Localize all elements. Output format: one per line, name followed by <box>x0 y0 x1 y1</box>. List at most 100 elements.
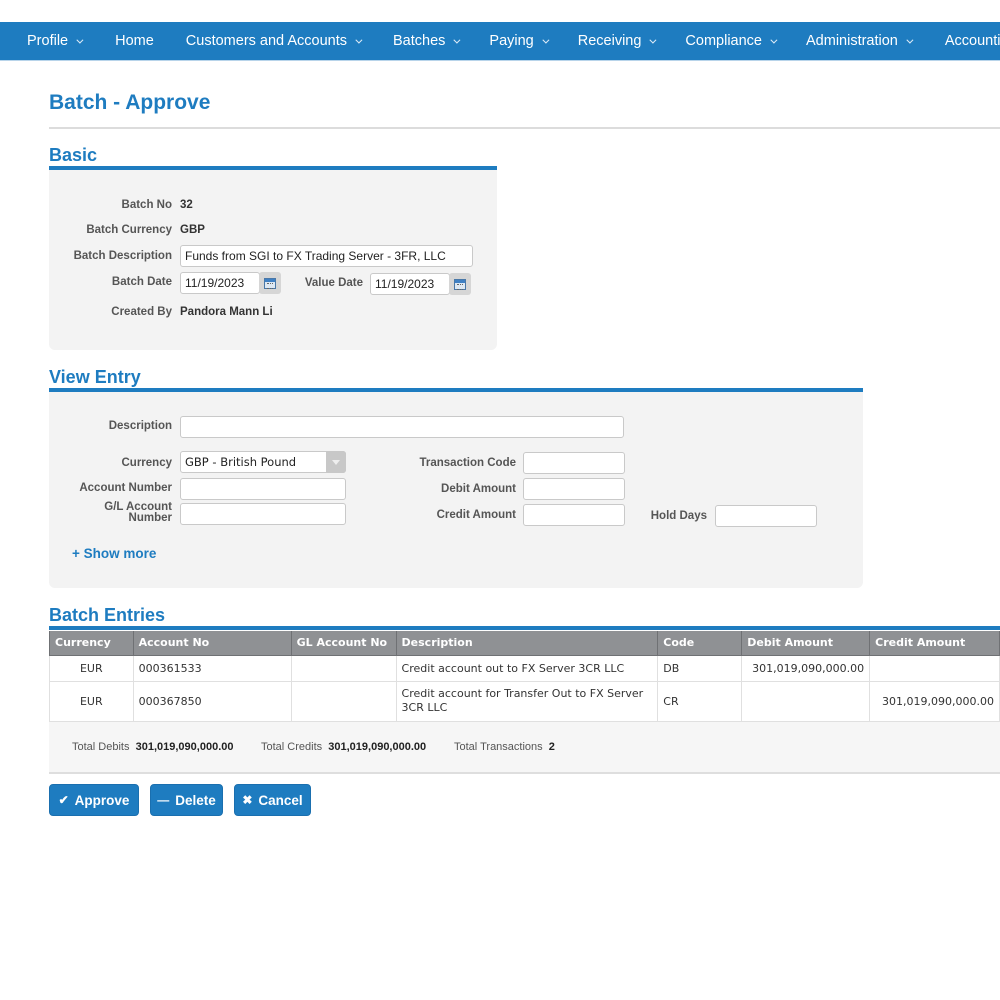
debit-amount-label: Debit Amount <box>441 483 516 495</box>
minus-icon: — <box>157 793 170 807</box>
cell-debit-amount: 301,019,090,000.00 <box>741 654 871 682</box>
col-code[interactable]: Code <box>657 631 743 656</box>
main-nav: Profile Home Customers and Accounts Batc… <box>0 22 1000 61</box>
transaction-code-label: Transaction Code <box>419 457 517 469</box>
cancel-button[interactable]: ✖ Cancel <box>234 784 311 816</box>
entry-description-field[interactable] <box>180 416 624 438</box>
gl-account-number-label: G/L Account Number <box>50 501 172 524</box>
batch-no-label: Batch No <box>121 199 172 211</box>
total-transactions-label: Total Transactions <box>454 741 543 753</box>
nav-receiving-label: Receiving <box>577 33 642 49</box>
cell-credit-amount <box>869 654 1000 682</box>
batch-entries-section-title: Batch Entries <box>49 605 166 625</box>
table-header-row: Currency Account No GL Account No Descri… <box>49 631 1000 656</box>
total-transactions-value: 2 <box>548 741 555 753</box>
col-currency[interactable]: Currency <box>49 631 134 656</box>
entry-description-label: Description <box>108 420 172 432</box>
nav-paying[interactable]: Paying <box>458 22 550 60</box>
delete-button[interactable]: — Delete <box>150 784 223 816</box>
nav-batches-label: Batches <box>393 33 446 49</box>
nav-home[interactable]: Home <box>100 22 154 60</box>
nav-customers-and-accounts[interactable]: Customers and Accounts <box>154 22 363 60</box>
total-credits-value: 301,019,090,000.00 <box>328 741 427 753</box>
currency-label: Currency <box>121 457 173 469</box>
total-debits-label: Total Debits <box>72 741 130 753</box>
batch-description-field[interactable]: Funds from SGI to FX Trading Server - 3F… <box>180 245 473 267</box>
calendar-icon <box>454 278 466 290</box>
batch-date-field[interactable]: 11/19/2023 <box>180 272 260 294</box>
nav-paying-label: Paying <box>489 33 534 49</box>
page-title: Batch - Approve <box>49 91 211 114</box>
close-icon: ✖ <box>242 793 253 807</box>
nav-administration[interactable]: Administration <box>775 22 914 60</box>
account-number-label: Account Number <box>79 482 172 494</box>
col-credit-amount[interactable]: Credit Amount <box>869 631 1000 656</box>
basic-section-title: Basic <box>49 145 98 165</box>
table-row[interactable]: EUR 000361533 Credit account out to FX S… <box>49 654 1000 682</box>
chevron-down-icon[interactable] <box>326 451 346 473</box>
cell-description: Credit account out to FX Server 3CR LLC <box>395 654 659 682</box>
nav-accounting[interactable]: Accounting <box>911 22 1000 60</box>
nav-batches[interactable]: Batches <box>360 22 461 60</box>
col-account-no[interactable]: Account No <box>132 631 292 656</box>
gl-account-number-field[interactable] <box>180 503 346 525</box>
nav-profile[interactable]: Profile <box>0 22 100 60</box>
batch-currency-value: GBP <box>180 224 205 236</box>
chevron-down-icon <box>76 36 84 44</box>
total-debits: Total Debits 301,019,090,000.00 <box>72 741 233 753</box>
batch-description-label: Batch Description <box>73 250 172 262</box>
batch-date-picker-button[interactable] <box>259 272 281 294</box>
approve-label: Approve <box>74 792 130 808</box>
batch-no-value: 32 <box>180 199 193 211</box>
cell-code: CR <box>657 680 743 722</box>
cell-gl-account-no <box>290 654 397 682</box>
nav-receiving[interactable]: Receiving <box>547 22 657 60</box>
credit-amount-field[interactable] <box>523 504 625 526</box>
delete-label: Delete <box>175 792 216 808</box>
debit-amount-field[interactable] <box>523 478 625 500</box>
show-more-link[interactable]: + Show more <box>72 546 156 561</box>
nav-home-label: Home <box>115 33 154 49</box>
value-date-picker-button[interactable] <box>449 273 471 295</box>
batch-currency-label: Batch Currency <box>86 224 172 236</box>
account-number-field[interactable] <box>180 478 346 500</box>
nav-compliance-label: Compliance <box>685 33 762 49</box>
view-entry-section-title: View Entry <box>49 367 141 387</box>
cell-code: DB <box>657 654 743 682</box>
cell-debit-amount <box>741 680 871 722</box>
credit-amount-label: Credit Amount <box>436 509 516 521</box>
title-divider <box>49 127 1000 129</box>
batch-entries-table: Currency Account No GL Account No Descri… <box>49 631 1000 722</box>
approve-button[interactable]: ✔ Approve <box>49 784 139 816</box>
cell-account-no: 000361533 <box>132 654 292 682</box>
hold-days-field[interactable] <box>715 505 817 527</box>
nav-customers-label: Customers and Accounts <box>185 33 347 49</box>
hold-days-label: Hold Days <box>650 510 707 522</box>
gl-account-label-line2: Number <box>128 512 172 524</box>
col-description[interactable]: Description <box>395 631 659 656</box>
batch-entries-section-bar <box>49 626 1000 630</box>
table-row[interactable]: EUR 000367850 Credit account for Transfe… <box>49 680 1000 722</box>
nav-compliance[interactable]: Compliance <box>654 22 778 60</box>
checkmark-icon: ✔ <box>58 793 69 807</box>
created-by-value: Pandora Mann Li <box>180 306 273 318</box>
total-transactions: Total Transactions 2 <box>454 741 555 753</box>
cell-currency: EUR <box>49 680 134 722</box>
cancel-label: Cancel <box>258 792 303 808</box>
cell-gl-account-no <box>290 680 397 722</box>
transaction-code-field[interactable] <box>523 452 625 474</box>
nav-profile-label: Profile <box>27 33 69 49</box>
total-debits-value: 301,019,090,000.00 <box>135 741 234 753</box>
cell-credit-amount: 301,019,090,000.00 <box>869 680 1000 722</box>
currency-select[interactable]: GBP - British Pound <box>180 451 346 473</box>
created-by-label: Created By <box>111 306 172 318</box>
totals-bar: Total Debits 301,019,090,000.00 Total Cr… <box>49 722 1000 774</box>
col-gl-account-no[interactable]: GL Account No <box>290 631 397 656</box>
nav-accounting-label: Accounting <box>944 33 1000 49</box>
col-debit-amount[interactable]: Debit Amount <box>741 631 871 656</box>
cell-currency: EUR <box>49 654 134 682</box>
batch-date-label: Batch Date <box>111 276 172 288</box>
cell-description: Credit account for Transfer Out to FX Se… <box>395 680 659 722</box>
cell-account-no: 000367850 <box>132 680 292 722</box>
value-date-field[interactable]: 11/19/2023 <box>370 273 450 295</box>
